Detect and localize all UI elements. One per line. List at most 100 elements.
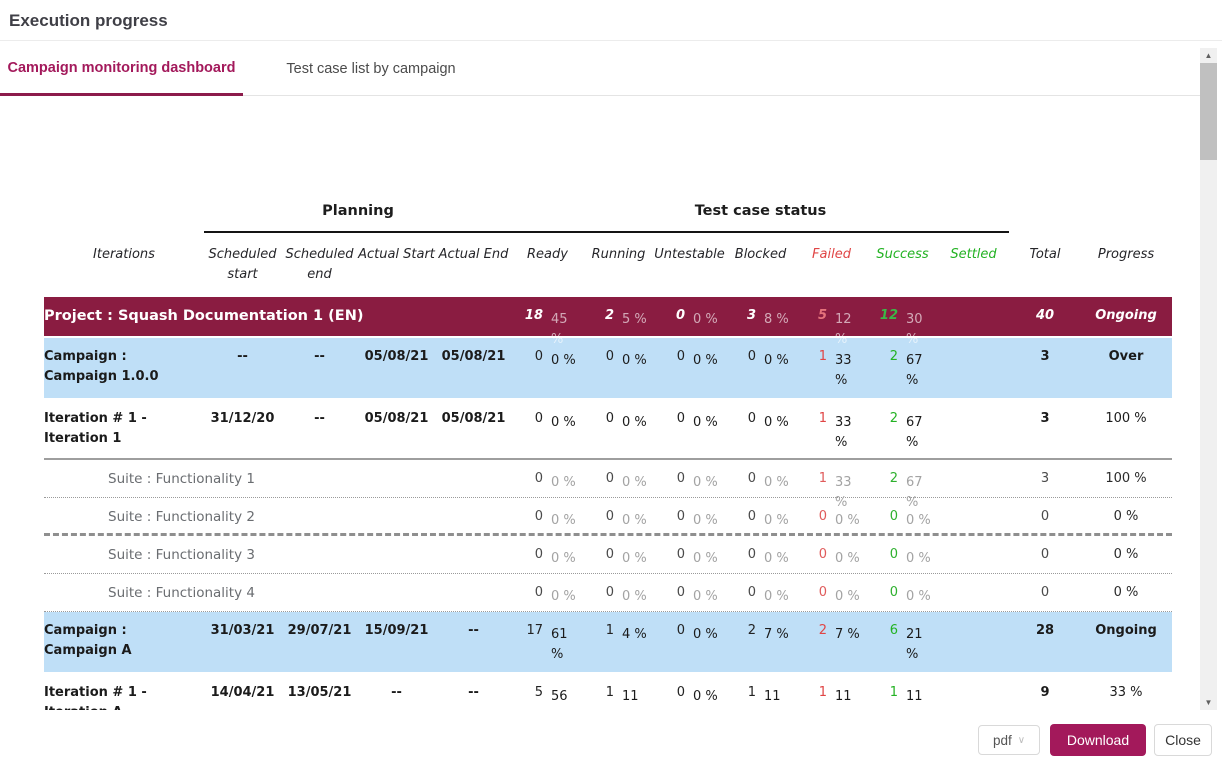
cell-untestable-count: 0 — [654, 674, 690, 710]
cell-total: 0 — [1009, 574, 1081, 611]
column-header-ready: Ready — [512, 233, 583, 297]
cell-running-count: 0 — [583, 536, 619, 573]
cell-total: 3 — [1009, 338, 1081, 398]
cell-progress: Ongoing — [1081, 612, 1171, 672]
column-header-failed: Failed — [796, 233, 867, 297]
column-header-success: Success — [867, 233, 938, 297]
scroll-up-icon[interactable]: ▲ — [1200, 48, 1217, 63]
cell-running-count: 0 — [583, 400, 619, 458]
cell-total: 0 — [1009, 498, 1081, 533]
scrollbar-thumb[interactable] — [1200, 63, 1217, 160]
cell-settled — [938, 400, 1009, 458]
cell-blocked-percent: 0 % — [761, 338, 796, 398]
dialog-title: Execution progress — [0, 0, 1222, 41]
cell-success-count: 2 — [867, 400, 903, 458]
cell-untestable-count: 0 — [654, 612, 690, 672]
cell-success-percent: 11 % — [903, 674, 938, 710]
cell-untestable-percent: 0 % — [690, 536, 725, 573]
column-header-running: Running — [583, 233, 654, 297]
cell-ready-percent: 0 % — [548, 498, 583, 533]
table-group-header-planning: Planning — [204, 203, 512, 233]
table-row-campaign: Campaign : Campaign 1.0.0----05/08/2105/… — [44, 338, 1172, 400]
cell-blocked-count: 0 — [725, 338, 761, 398]
tab-campaign-monitoring-dashboard[interactable]: Campaign monitoring dashboard — [0, 42, 243, 96]
cell-ready-percent: 61 % — [548, 612, 583, 672]
cell-untestable-count: 0 — [654, 536, 690, 573]
cell-ready-percent: 0 % — [548, 536, 583, 573]
cell-progress: 0 % — [1081, 536, 1171, 573]
download-button[interactable]: Download — [1050, 724, 1146, 756]
cell-progress: Over — [1081, 338, 1171, 398]
cell-progress: 33 % — [1081, 674, 1171, 710]
row-label: Suite : Functionality 2 — [44, 498, 512, 533]
cell-total: 28 — [1009, 612, 1081, 672]
cell-success-percent: 67 % — [903, 338, 938, 398]
cell-ready-percent: 56 % — [548, 674, 583, 710]
cell-success-count: 0 — [867, 574, 903, 611]
table-row-suite: Suite : Functionality 100 %00 %00 %00 %1… — [44, 460, 1172, 498]
cell-ready-count: 5 — [512, 674, 548, 710]
table-row-project: Project : Squash Documentation 1 (EN)184… — [44, 297, 1172, 338]
cell-actual-end: -- — [435, 612, 512, 672]
cell-actual-start: -- — [358, 674, 435, 710]
column-header-scheduled-end: Scheduled end — [281, 233, 358, 297]
cell-scheduled-end: 13/05/21 — [281, 674, 358, 710]
column-header-blocked: Blocked — [725, 233, 796, 297]
cell-actual-end: 05/08/21 — [435, 338, 512, 398]
close-button[interactable]: Close — [1154, 724, 1212, 756]
cell-running-count: 0 — [583, 498, 619, 533]
cell-ready-count: 0 — [512, 338, 548, 398]
cell-untestable-count: 0 — [654, 400, 690, 458]
cell-settled — [938, 338, 1009, 398]
cell-settled — [938, 498, 1009, 533]
cell-running-percent: 0 % — [619, 400, 654, 458]
cell-running-percent: 0 % — [619, 338, 654, 398]
cell-success-percent: 67 % — [903, 400, 938, 458]
cell-settled — [938, 536, 1009, 573]
cell-progress: 0 % — [1081, 498, 1171, 533]
cell-blocked-count: 0 — [725, 536, 761, 573]
cell-success-percent: 21 % — [903, 612, 938, 672]
cell-running-count: 0 — [583, 338, 619, 398]
cell-scheduled-end: -- — [281, 338, 358, 398]
row-label: Iteration # 1 - Iteration A — [44, 674, 204, 710]
export-format-select[interactable]: pdf ∨ — [978, 725, 1040, 755]
tab-test-case-list-by-campaign[interactable]: Test case list by campaign — [243, 42, 499, 96]
table-row-suite: Suite : Functionality 200 %00 %00 %00 %0… — [44, 498, 1172, 536]
cell-blocked-count: 0 — [725, 400, 761, 458]
cell-success-count: 2 — [867, 338, 903, 398]
cell-failed-percent: 0 % — [832, 574, 867, 611]
column-header-total: Total — [1009, 233, 1081, 297]
column-header-actual-end: Actual End — [435, 233, 512, 297]
group-header-spacer — [44, 221, 204, 233]
cell-total: 9 — [1009, 674, 1081, 710]
cell-running-percent: 0 % — [619, 574, 654, 611]
cell-blocked-percent: 7 % — [761, 612, 796, 672]
cell-failed-count: 0 — [796, 574, 832, 611]
cell-blocked-percent: 11 % — [761, 674, 796, 710]
cell-success-percent: 0 % — [903, 574, 938, 611]
cell-failed-count: 2 — [796, 612, 832, 672]
cell-failed-percent: 11 % — [832, 674, 867, 710]
row-label: Campaign : Campaign 1.0.0 — [44, 338, 204, 398]
cell-ready-count: 0 — [512, 498, 548, 533]
cell-failed-percent: 0 % — [832, 536, 867, 573]
cell-ready-count: 0 — [512, 574, 548, 611]
cell-running-percent: 0 % — [619, 498, 654, 533]
table-group-header-test-case-status: Test case status — [512, 203, 1009, 233]
column-header-actual-start: Actual Start — [358, 233, 435, 297]
cell-running-count: 1 — [583, 674, 619, 710]
scroll-down-icon[interactable]: ▼ — [1200, 695, 1217, 710]
cell-untestable-percent: 0 % — [690, 338, 725, 398]
cell-running-percent: 11 % — [619, 674, 654, 710]
row-label: Suite : Functionality 3 — [44, 536, 512, 573]
cell-success-count: 6 — [867, 612, 903, 672]
column-header-iterations: Iterations — [44, 233, 204, 297]
cell-actual-end: -- — [435, 674, 512, 710]
vertical-scrollbar[interactable]: ▲ ▼ — [1200, 48, 1217, 710]
cell-success-count: 0 — [867, 536, 903, 573]
cell-ready-percent: 0 % — [548, 574, 583, 611]
cell-ready-count: 17 — [512, 612, 548, 672]
cell-running-count: 0 — [583, 574, 619, 611]
cell-ready-percent: 0 % — [548, 400, 583, 458]
